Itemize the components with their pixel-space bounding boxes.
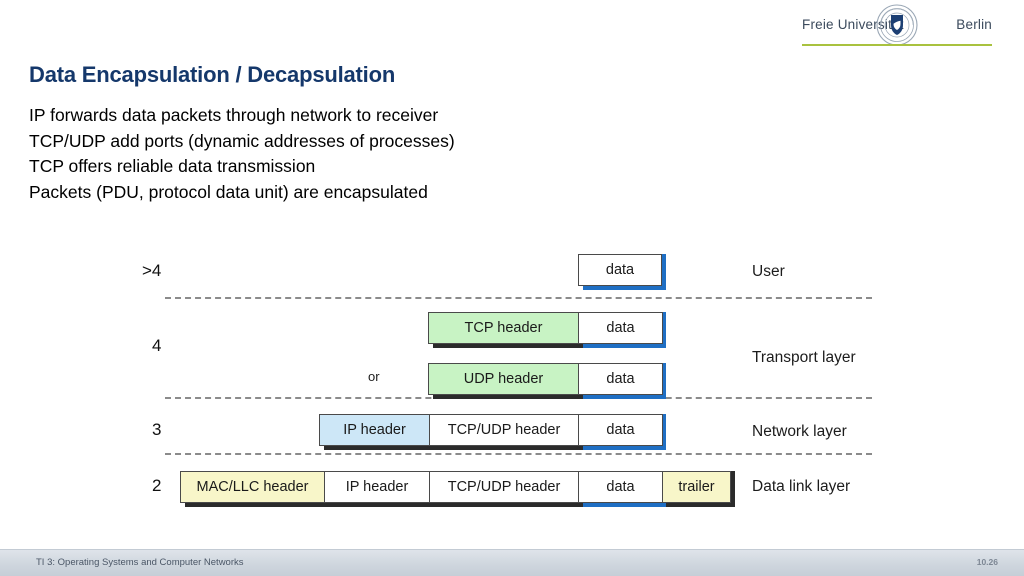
segment-trailer: trailer <box>663 471 731 503</box>
payload-shadow-row5 <box>583 503 666 507</box>
segment-data: data <box>578 254 662 286</box>
segment-ip-header: IP header <box>319 414 430 446</box>
logo-right-text: Berlin <box>956 16 992 32</box>
layer-name-transport: Transport layer <box>752 349 856 366</box>
ip-row-shadow <box>324 446 583 450</box>
layer-separator-transport-network <box>165 397 872 399</box>
slide-footer: TI 3: Operating Systems and Computer Net… <box>0 549 1024 576</box>
segment-data: data <box>579 363 663 395</box>
layer-number-3: 3 <box>152 420 162 439</box>
datalink-row-shadow <box>185 503 735 507</box>
payload-shadow-row4 <box>583 446 666 450</box>
trailer-shadow-right <box>731 471 735 503</box>
bullet-list: IP forwards data packets through network… <box>29 103 455 205</box>
layer-number-4: 4 <box>152 336 162 355</box>
segment-mac-llc-header: MAC/LLC header <box>180 471 325 503</box>
packet-row-datalink: MAC/LLC header IP header TCP/UDP header … <box>180 471 731 503</box>
packet-row-user: data <box>578 254 662 286</box>
payload-shadow-row1 <box>583 286 666 290</box>
logo-underline <box>802 43 992 46</box>
segment-data: data <box>579 471 663 503</box>
university-logo: Freie Universität Berlin <box>802 4 992 50</box>
bullet-item: Packets (PDU, protocol data unit) are en… <box>29 181 428 202</box>
segment-tcp-header: TCP header <box>428 312 579 344</box>
packet-row-network: IP header TCP/UDP header data <box>319 414 663 446</box>
layer-name-network: Network layer <box>752 423 847 440</box>
bullet-item: IP forwards data packets through network… <box>29 105 439 125</box>
packet-row-tcp: TCP header data <box>428 312 663 344</box>
segment-tcpudp-header: TCP/UDP header <box>430 471 579 503</box>
layer-name-datalink: Data link layer <box>752 478 851 495</box>
payload-shadow-right <box>662 254 666 286</box>
packet-row-udp: UDP header data <box>428 363 663 395</box>
layer-number-above-4: >4 <box>142 261 162 280</box>
bullet-item: TCP offers reliable data transmission <box>29 156 316 176</box>
layer-number-2: 2 <box>152 476 162 495</box>
segment-tcpudp-header: TCP/UDP header <box>430 414 579 446</box>
segment-ip-header: IP header <box>325 471 430 503</box>
layer-separator-user-transport <box>165 297 872 299</box>
segment-data: data <box>579 414 663 446</box>
or-label: or <box>368 369 380 384</box>
university-seal-icon <box>876 4 918 46</box>
page-title: Data Encapsulation / Decapsulation <box>29 62 396 87</box>
encapsulation-diagram: >4 4 3 2 User Transport layer Network la… <box>0 240 1024 520</box>
tcp-header-shadow <box>433 344 583 348</box>
footer-course-title: TI 3: Operating Systems and Computer Net… <box>36 557 244 568</box>
layer-separator-network-datalink <box>165 453 872 455</box>
layer-name-user: User <box>752 263 785 280</box>
footer-page-number: 10.26 <box>976 557 998 567</box>
logo-text-row: Freie Universität Berlin <box>802 4 992 46</box>
segment-data: data <box>579 312 663 344</box>
segment-udp-header: UDP header <box>428 363 579 395</box>
bullet-item: TCP/UDP add ports (dynamic addresses of … <box>29 130 455 151</box>
payload-shadow-row2 <box>583 344 666 348</box>
